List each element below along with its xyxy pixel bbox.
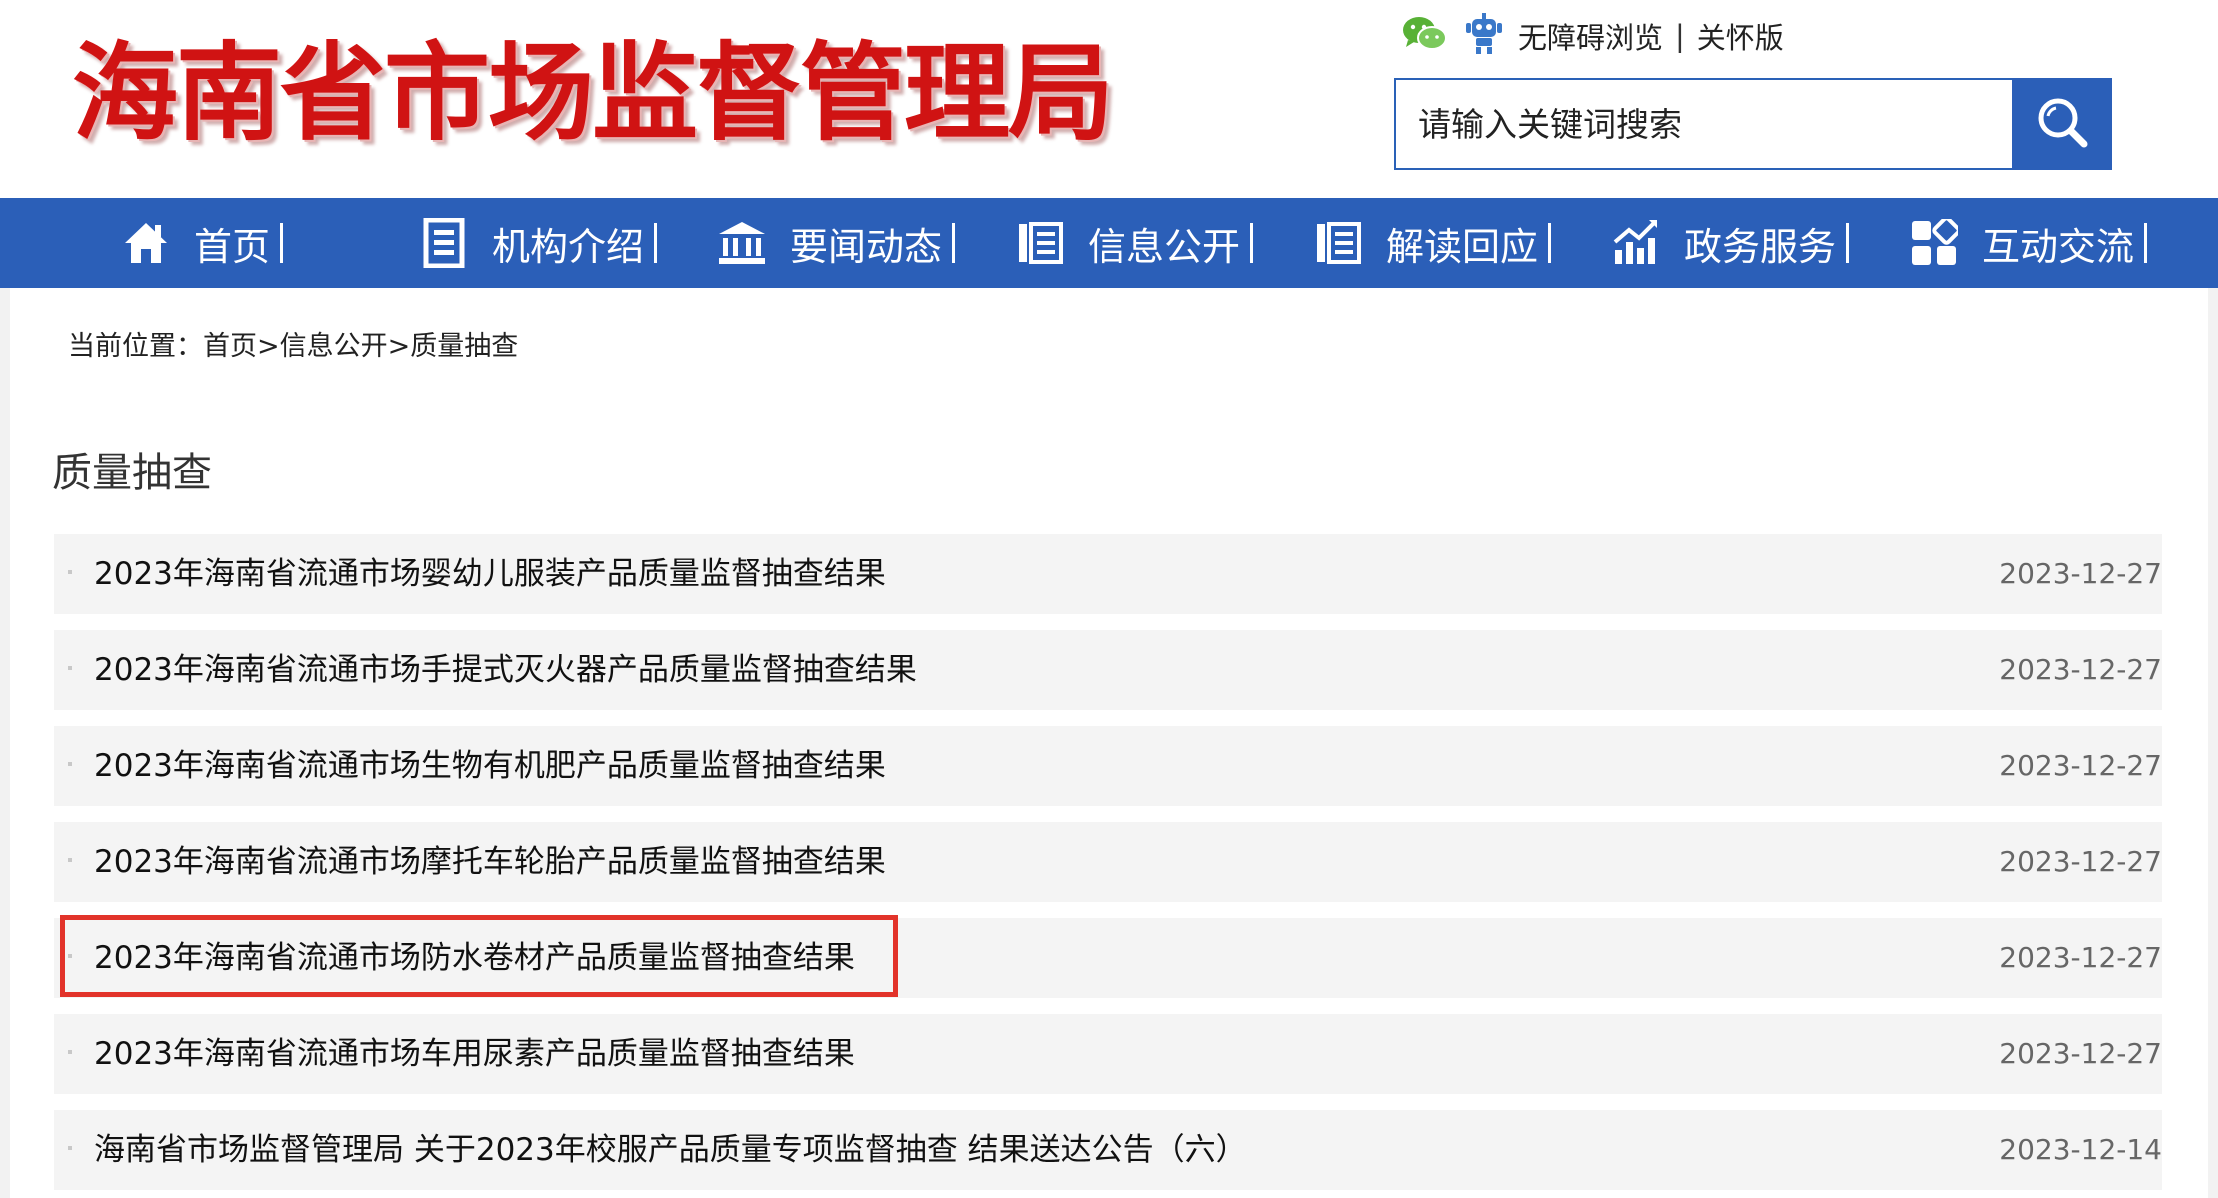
home-icon <box>120 217 172 269</box>
nav-item-label: 解读回应 <box>1386 224 1539 269</box>
article-date: 2023-12-27 <box>1999 941 2162 974</box>
article-date: 2023-12-27 <box>1999 653 2162 686</box>
nav-item-news[interactable]: 要闻动态 <box>716 198 1014 288</box>
list-item[interactable]: 海南省市场监督管理局 关于2023年校服产品质量专项监督抽查 结果送达公告（六）… <box>54 1110 2162 1190</box>
nav-item-label: 信息公开 <box>1088 224 1241 269</box>
article-date: 2023-12-27 <box>1999 1037 2162 1070</box>
site-logo[interactable]: 海南省市场监督管理局 <box>72 28 1114 158</box>
list-icon <box>1312 217 1364 269</box>
search-button[interactable] <box>2012 78 2112 170</box>
nav-item-label: 政务服务 <box>1684 224 1837 269</box>
breadcrumb-prefix: 当前位置： <box>68 331 203 362</box>
nav-divider <box>1846 223 1850 263</box>
bullet-icon <box>68 954 72 958</box>
article-title-link[interactable]: 2023年海南省流通市场婴幼儿服装产品质量监督抽查结果 <box>94 534 886 614</box>
article-date: 2023-12-27 <box>1999 557 2162 590</box>
nav-item-label: 首页 <box>194 224 271 269</box>
main-content: 当前位置：首页>信息公开>质量抽查 质量抽查 2023年海南省流通市场婴幼儿服装… <box>10 288 2208 1198</box>
top-links: 无障碍浏览 | 关怀版 <box>1400 12 1784 60</box>
bullet-icon <box>68 666 72 670</box>
search-icon <box>2032 92 2092 156</box>
page-title: 质量抽查 <box>52 450 212 496</box>
article-date: 2023-12-14 <box>1999 1133 2162 1166</box>
breadcrumb-separator: > <box>387 331 411 362</box>
breadcrumb-separator: > <box>257 331 280 362</box>
bullet-icon <box>68 1146 72 1150</box>
care-version-link[interactable]: 关怀版 <box>1697 15 1784 57</box>
bullet-icon <box>68 858 72 862</box>
nav-divider <box>654 223 658 263</box>
building-icon <box>716 217 768 269</box>
nav-divider <box>952 223 956 263</box>
list-item[interactable]: 2023年海南省流通市场婴幼儿服装产品质量监督抽查结果 2023-12-27 <box>54 534 2162 614</box>
list-item[interactable]: 2023年海南省流通市场生物有机肥产品质量监督抽查结果 2023-12-27 <box>54 726 2162 806</box>
separator: | <box>1675 19 1685 53</box>
wechat-icon[interactable] <box>1400 13 1450 60</box>
search-input[interactable] <box>1396 80 2014 168</box>
list-icon <box>1014 217 1066 269</box>
nav-item-label: 要闻动态 <box>790 224 943 269</box>
nav-item-label: 机构介绍 <box>492 224 645 269</box>
nav-divider <box>1548 223 1552 263</box>
nav-item-label: 互动交流 <box>1982 224 2135 269</box>
grid-icon <box>1908 217 1960 269</box>
nav-divider <box>1250 223 1254 263</box>
nav-item-info-disclosure[interactable]: 信息公开 <box>1014 198 1312 288</box>
nav-divider <box>280 223 284 263</box>
nav-item-gov-services[interactable]: 政务服务 <box>1610 198 1908 288</box>
nav-item-interaction[interactable]: 互动交流 <box>1908 198 2206 288</box>
robot-icon[interactable] <box>1464 11 1504 62</box>
list-item[interactable]: 2023年海南省流通市场车用尿素产品质量监督抽查结果 2023-12-27 <box>54 1014 2162 1094</box>
article-title-link[interactable]: 2023年海南省流通市场手提式灭火器产品质量监督抽查结果 <box>94 630 917 710</box>
bullet-icon <box>68 762 72 766</box>
chart-icon <box>1610 217 1662 269</box>
accessible-browse-link[interactable]: 无障碍浏览 <box>1518 15 1663 57</box>
header: 海南省市场监督管理局 无障碍浏览 | 关怀版 请输入关键词搜索 <box>0 0 2218 198</box>
bullet-icon <box>68 570 72 574</box>
article-date: 2023-12-27 <box>1999 845 2162 878</box>
article-date: 2023-12-27 <box>1999 749 2162 782</box>
list-item-highlighted[interactable]: 2023年海南省流通市场防水卷材产品质量监督抽查结果 2023-12-27 <box>54 915 2162 998</box>
breadcrumb-item-info-disclosure[interactable]: 信息公开 <box>280 331 388 362</box>
search-box <box>1394 78 2112 170</box>
page: 海南省市场监督管理局 无障碍浏览 | 关怀版 请输入关键词搜索 首页 机构介绍 … <box>0 0 2218 1198</box>
nav-item-about[interactable]: 机构介绍 <box>418 198 716 288</box>
nav-item-interpretation[interactable]: 解读回应 <box>1312 198 1610 288</box>
article-title-link[interactable]: 2023年海南省流通市场生物有机肥产品质量监督抽查结果 <box>94 726 886 806</box>
list-item[interactable]: 2023年海南省流通市场手提式灭火器产品质量监督抽查结果 2023-12-27 <box>54 630 2162 710</box>
breadcrumb-item-quality-inspection[interactable]: 质量抽查 <box>410 331 518 362</box>
bullet-icon <box>68 1050 72 1054</box>
breadcrumb: 当前位置：首页>信息公开>质量抽查 <box>68 324 518 363</box>
article-title-link[interactable]: 2023年海南省流通市场摩托车轮胎产品质量监督抽查结果 <box>94 822 886 902</box>
article-title-link[interactable]: 海南省市场监督管理局 关于2023年校服产品质量专项监督抽查 结果送达公告（六） <box>94 1110 1247 1190</box>
document-icon <box>418 217 470 269</box>
main-nav: 首页 机构介绍 要闻动态 信息公开 解读回应 政务服务 互动交流 <box>0 198 2218 288</box>
nav-item-home[interactable]: 首页 <box>120 198 418 288</box>
article-list: 2023年海南省流通市场婴幼儿服装产品质量监督抽查结果 2023-12-27 2… <box>54 534 2162 1198</box>
nav-divider <box>2144 223 2148 263</box>
article-title-link[interactable]: 2023年海南省流通市场防水卷材产品质量监督抽查结果 <box>94 918 855 998</box>
article-title-link[interactable]: 2023年海南省流通市场车用尿素产品质量监督抽查结果 <box>94 1014 855 1094</box>
breadcrumb-item-home[interactable]: 首页 <box>203 331 257 362</box>
list-item[interactable]: 2023年海南省流通市场摩托车轮胎产品质量监督抽查结果 2023-12-27 <box>54 822 2162 902</box>
